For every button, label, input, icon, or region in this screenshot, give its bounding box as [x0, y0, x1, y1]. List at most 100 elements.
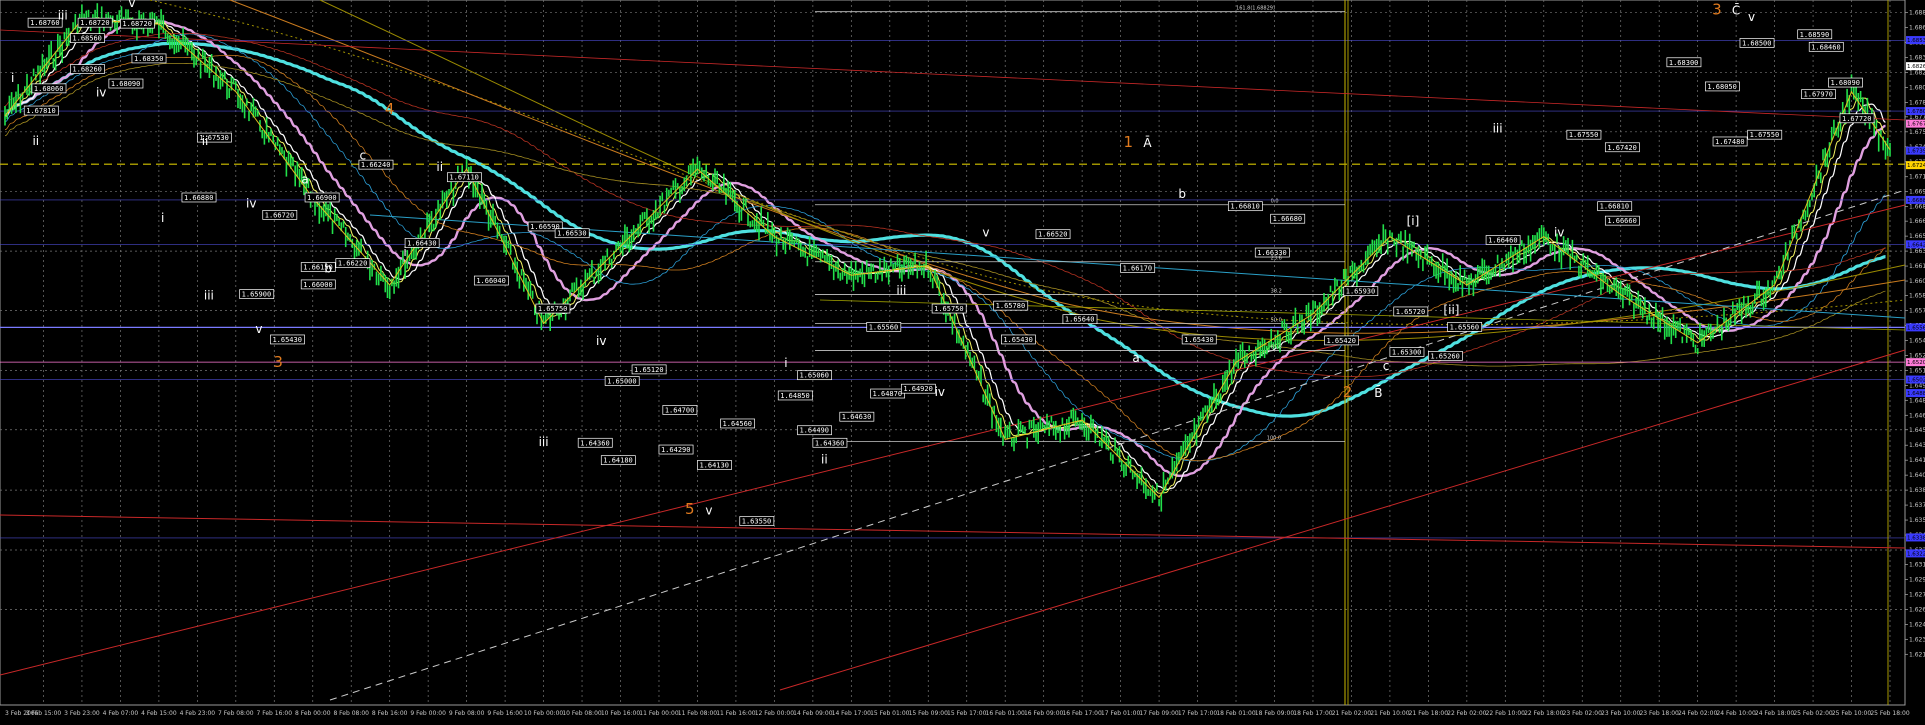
x-tick-label: 23 Feb 02:00	[1563, 710, 1603, 717]
wave-label: iii	[58, 8, 68, 22]
wave-label: iii	[539, 435, 549, 449]
chart-window[interactable]: 1.68760 1.68720 1.68720 1.68560 1.68260 1.680…	[0, 0, 1925, 725]
trend-line	[0, 204, 1906, 676]
price-label: 1.68090	[111, 80, 141, 88]
wave-label: v	[128, 0, 135, 10]
right-price-marker-label: 1.68265	[1907, 64, 1925, 70]
y-tick-label: 1.65735	[1909, 307, 1925, 314]
fib-label: 50.0	[1271, 318, 1282, 324]
wave-label: i	[161, 211, 164, 225]
y-tick-label: 1.66965	[1909, 189, 1925, 196]
price-series	[4, 3, 1891, 512]
x-tick-label: 10 Feb 08:00	[562, 710, 602, 717]
price-label: 1.68300	[1669, 59, 1699, 67]
x-tick-label: 24 Feb 02:00	[1678, 710, 1718, 717]
wave-label: b	[1178, 187, 1186, 201]
price-label: 1.65720	[1396, 308, 1426, 316]
x-tick-label: 11 Feb 00:00	[639, 710, 679, 717]
price-label: 1.66660	[1607, 217, 1637, 225]
price-label: 1.65750	[934, 305, 964, 313]
wave-label: Ā	[1143, 136, 1152, 150]
price-label: 1.67810	[26, 107, 56, 115]
price-label: 1.65420	[1327, 337, 1357, 345]
x-tick-label: 23 Feb 10:00	[1601, 710, 1641, 717]
price-label: 1.66460	[1488, 236, 1518, 244]
fib-label: 61.8	[1271, 345, 1282, 351]
y-tick-label: 1.63875	[1909, 487, 1925, 494]
price-label: 1.68350	[134, 55, 164, 63]
price-label: 1.68590	[1800, 31, 1830, 39]
y-tick-label: 1.64340	[1909, 442, 1925, 449]
x-tick-label: 3 Feb 15:00	[26, 710, 62, 717]
y-tick-label: 1.63720	[1909, 502, 1925, 509]
wave-label: iii	[896, 284, 906, 298]
price-label: 1.65900	[242, 291, 272, 299]
price-label: 1.66220	[338, 260, 368, 268]
y-tick-label: 1.64030	[1909, 472, 1925, 479]
price-chart[interactable]: 1.68760 1.68720 1.68720 1.68560 1.68260 1.680…	[0, 0, 1925, 725]
x-tick-label: 24 Feb 10:00	[1716, 710, 1756, 717]
price-label: 1.65640	[1065, 316, 1095, 324]
time-axis[interactable]: 3 Feb 20053 Feb 15:00 3 Feb 23:00 4 Feb 07…	[5, 710, 1910, 717]
moving-average-line	[4, 41, 1886, 418]
x-tick-label: 24 Feb 18:00	[1755, 710, 1795, 717]
price-label: 1.64290	[661, 446, 691, 454]
price-label: 1.65560	[869, 323, 899, 331]
band-line	[149, 0, 1906, 326]
y-tick-label: 1.66040	[1909, 278, 1925, 285]
moving-average-line	[4, 33, 1886, 462]
fib-label: 23.6	[1271, 256, 1282, 262]
price-label: 1.64920	[903, 385, 933, 393]
wave-label: v	[705, 504, 712, 518]
wave-label: iv	[935, 385, 945, 399]
x-tick-label: 18 Feb 01:00	[1216, 710, 1256, 717]
fib-label: 161.8(1.68829)	[1236, 6, 1275, 12]
y-tick-label: 1.68665	[1909, 25, 1925, 32]
x-tick-label: 10 Feb 00:00	[524, 710, 564, 717]
wave-labels: viiiiiiiviiiiviiivabciiiiviiiviiiiiiivva…	[11, 0, 1755, 518]
right-price-marker-label: 1.65020	[1907, 378, 1925, 384]
wave-label: 5	[685, 500, 695, 518]
plot-frame	[0, 0, 1906, 706]
wave-label: ii	[202, 134, 209, 148]
x-tick-label: 14 Feb 09:00	[793, 710, 833, 717]
wave-label: iv	[596, 334, 606, 348]
wave-label: v	[1748, 10, 1755, 24]
price-label: 1.68560	[72, 35, 102, 43]
wave-label: a	[1132, 351, 1139, 365]
y-tick-label: 1.67890	[1909, 99, 1925, 106]
right-price-marker-label: 1.66880	[1907, 198, 1925, 204]
price-label: 1.68720	[80, 19, 110, 27]
price-label: 1.68720	[122, 20, 152, 28]
wave-label: iv	[96, 86, 106, 100]
price-label: 1.67970	[1804, 91, 1834, 99]
price-label: 1.66810	[1600, 203, 1630, 211]
x-tick-label: 4 Feb 23:00	[180, 710, 216, 717]
price-label: 1.66530	[557, 230, 587, 238]
x-tick-label: 16 Feb 01:00	[986, 710, 1026, 717]
x-tick-label: 12 Feb 00:00	[755, 710, 795, 717]
price-label: 1.64360	[580, 439, 610, 447]
wave-label: iii	[204, 288, 214, 302]
x-tick-label: 17 Feb 09:00	[1139, 710, 1179, 717]
y-tick-label: 1.62795	[1909, 591, 1925, 598]
fib-label: 0.0	[1271, 199, 1279, 205]
price-label: 1.65780	[996, 302, 1026, 310]
x-tick-label: 14 Feb 17:00	[832, 710, 872, 717]
wave-label: v	[255, 322, 262, 336]
price-axis[interactable]: 1.688201.686651.685101.683551.682001.680…	[1905, 10, 1925, 659]
price-label: 1.67110	[449, 174, 479, 182]
price-label: 1.66880	[184, 194, 214, 202]
price-label: 1.65260	[1430, 352, 1460, 360]
price-label: 1.64130	[699, 461, 729, 469]
y-tick-label: 1.66350	[1909, 248, 1925, 255]
price-label: 1.66680	[1273, 215, 1303, 223]
wave-label: c	[1383, 359, 1390, 373]
price-label: 1.66170	[1123, 264, 1153, 272]
wave-label: iii	[1493, 121, 1503, 135]
wave-label: [ii]	[1443, 303, 1459, 317]
y-tick-label: 1.62330	[1909, 636, 1925, 643]
x-tick-label: 16 Feb 17:00	[1062, 710, 1102, 717]
wave-label: 3	[273, 353, 283, 371]
x-tick-label: 22 Feb 18:00	[1524, 710, 1564, 717]
